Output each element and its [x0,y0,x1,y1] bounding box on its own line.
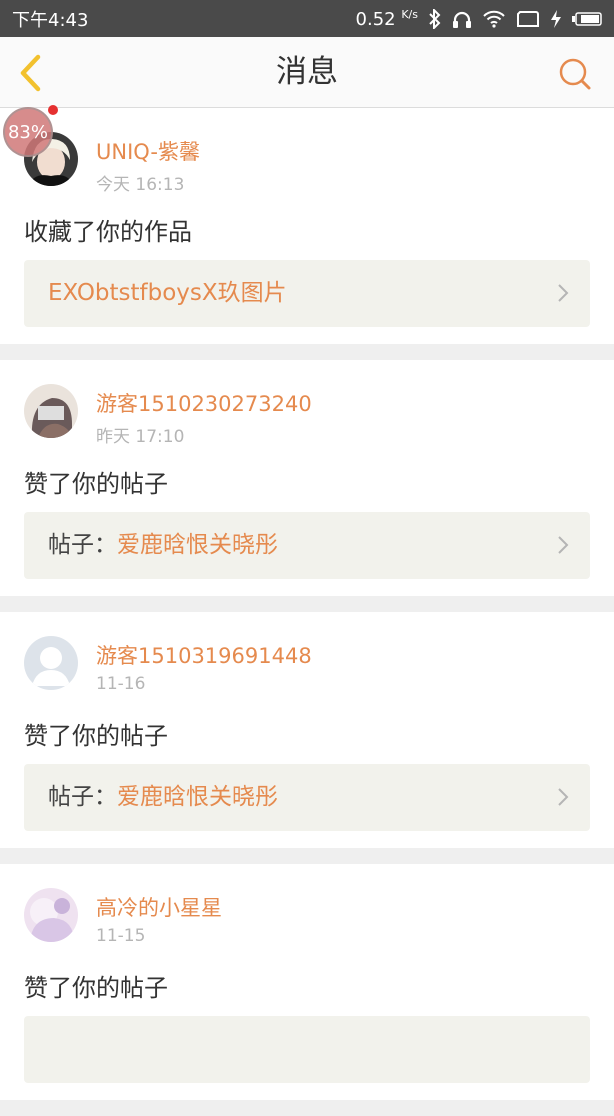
avatar[interactable] [24,636,78,690]
message-time: 昨天 17:10 [96,427,185,447]
chevron-right-icon [558,788,569,806]
search-button[interactable] [558,57,592,91]
battery-icon [572,11,602,26]
message-time: 今天 16:13 [96,175,185,195]
link-target: 爱鹿晗恨关晓彤 [117,532,278,558]
message-item[interactable]: 游客1510319691448 11-16 赞了你的帖子 帖子：爱鹿晗恨关晓彤 [0,612,614,848]
link-prefix: 帖子： [48,784,117,810]
network-speed: 0.52 K/s [356,8,418,30]
screen-rotation-icon [516,10,540,28]
network-speed-unit: K/s [401,7,418,21]
message-action: 赞了你的帖子 [24,722,168,750]
message-action: 收藏了你的作品 [24,218,192,246]
content-link[interactable]: 帖子：爱鹿晗恨关晓彤 [24,764,590,831]
avatar[interactable] [24,384,78,438]
link-target: 爱鹿晗恨关晓彤 [117,784,278,810]
message-item[interactable]: UNIQ-紫馨 今天 16:13 收藏了你的作品 EXObtstfboysX玖图… [0,108,614,344]
status-time: 下午4:43 [12,9,89,31]
message-time: 11-15 [96,926,146,946]
bluetooth-icon [428,8,442,29]
wifi-icon [482,10,506,28]
content-link[interactable] [24,1016,590,1083]
battery-floating-bubble[interactable]: 83% [3,107,53,157]
content-link[interactable]: EXObtstfboysX玖图片 [24,260,590,327]
message-list: UNIQ-紫馨 今天 16:13 收藏了你的作品 EXObtstfboysX玖图… [0,108,614,1116]
chevron-right-icon [558,536,569,554]
sender-name[interactable]: UNIQ-紫馨 [96,136,200,166]
message-time: 11-16 [96,674,146,694]
avatar[interactable] [24,888,78,942]
content-link[interactable]: 帖子：爱鹿晗恨关晓彤 [24,512,590,579]
network-speed-value: 0.52 [355,8,396,30]
search-icon [559,58,591,90]
message-action: 赞了你的帖子 [24,974,168,1002]
page-title: 消息 [276,54,338,90]
sender-name[interactable]: 高冷的小星星 [96,892,222,922]
status-bar: 下午4:43 0.52 K/s [0,0,614,37]
message-item[interactable]: 高冷的小星星 11-15 赞了你的帖子 [0,864,614,1100]
message-item[interactable]: 游客1510230273240 昨天 17:10 赞了你的帖子 帖子：爱鹿晗恨关… [0,360,614,596]
nav-bar: 消息 [0,37,614,108]
link-target: EXObtstfboysX玖图片 [48,280,287,306]
headphones-icon [452,10,472,28]
notification-dot [48,105,58,115]
charging-icon [550,9,562,28]
chevron-right-icon [558,284,569,302]
sender-name[interactable]: 游客1510230273240 [96,388,312,418]
message-action: 赞了你的帖子 [24,470,168,498]
sender-name[interactable]: 游客1510319691448 [96,640,312,670]
link-prefix: 帖子： [48,532,117,558]
